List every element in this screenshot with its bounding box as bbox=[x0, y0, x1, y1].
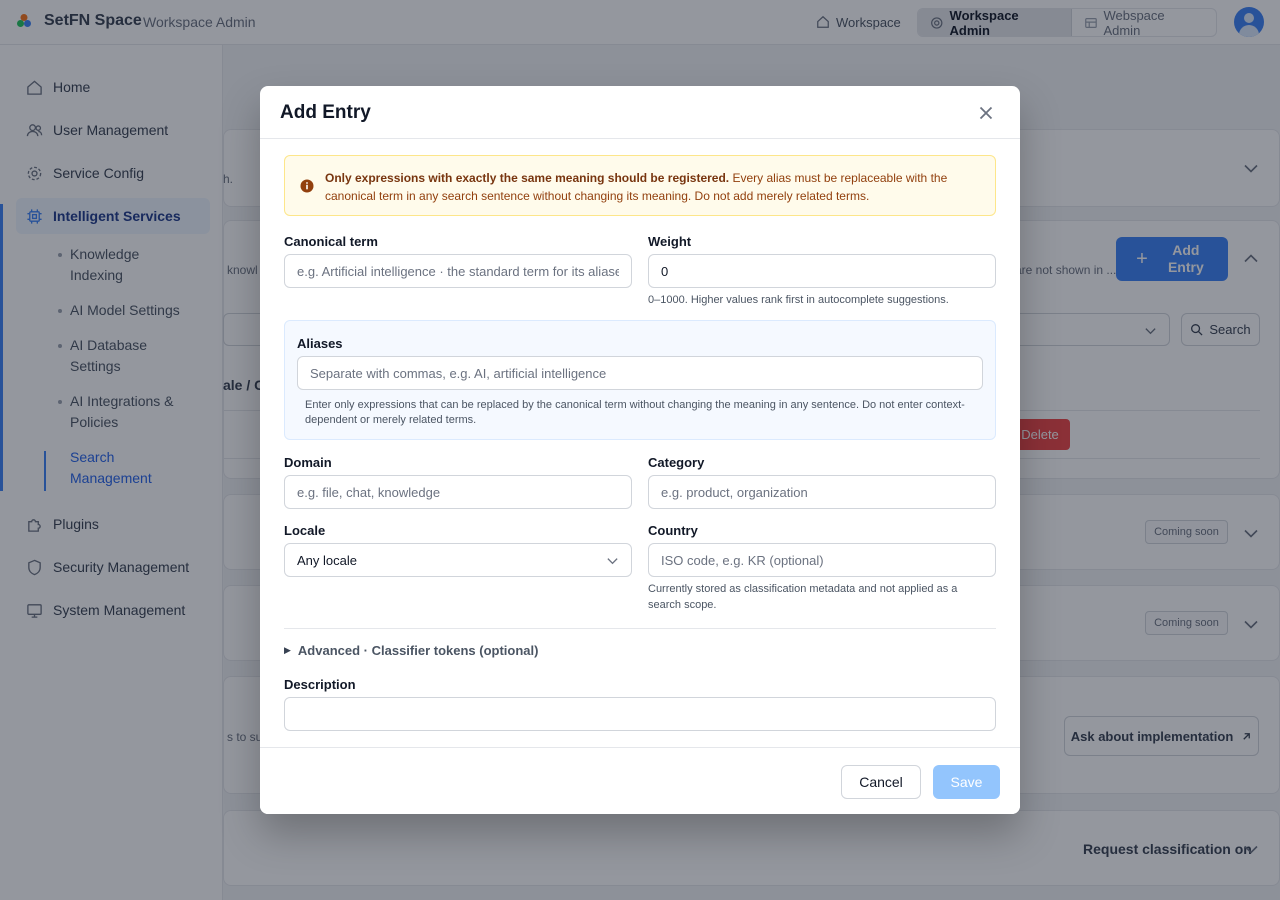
alert-strong-text: Only expressions with exactly the same m… bbox=[325, 171, 730, 185]
weight-help-text: 0–1000. Higher values rank first in auto… bbox=[648, 294, 949, 306]
aliases-label: Aliases bbox=[297, 336, 343, 351]
weight-input[interactable] bbox=[648, 254, 996, 288]
locale-label: Locale bbox=[284, 523, 326, 538]
description-label: Description bbox=[284, 677, 356, 692]
country-label: Country bbox=[648, 523, 698, 538]
warning-alert: Only expressions with exactly the same m… bbox=[284, 155, 996, 216]
aliases-section: Aliases Enter only expressions that can … bbox=[284, 320, 996, 440]
domain-label: Domain bbox=[284, 455, 332, 470]
triangle-right-icon: ▶ bbox=[284, 645, 291, 655]
weight-label: Weight bbox=[648, 234, 692, 249]
modal-header: Add Entry bbox=[260, 86, 1020, 139]
category-input[interactable] bbox=[648, 475, 996, 509]
save-button[interactable]: Save bbox=[933, 765, 1000, 799]
chevron-down-icon bbox=[607, 558, 618, 565]
add-entry-dialog: Add Entry Only expressions with exactly … bbox=[260, 86, 1020, 814]
locale-selected-value: Any locale bbox=[297, 552, 357, 568]
country-input[interactable] bbox=[648, 543, 996, 577]
cancel-button[interactable]: Cancel bbox=[841, 765, 921, 799]
canonical-term-label: Canonical term bbox=[284, 234, 378, 249]
section-divider bbox=[284, 628, 996, 629]
advanced-toggle-label: Advanced · Classifier tokens (optional) bbox=[297, 643, 539, 658]
modal-title: Add Entry bbox=[280, 102, 371, 123]
alert-message: Only expressions with exactly the same m… bbox=[325, 169, 965, 205]
close-icon[interactable] bbox=[976, 103, 996, 123]
description-input[interactable] bbox=[284, 697, 996, 731]
category-label: Category bbox=[648, 455, 705, 470]
locale-select[interactable]: Any locale bbox=[284, 543, 632, 577]
aliases-input[interactable] bbox=[297, 356, 983, 390]
info-icon bbox=[300, 179, 314, 193]
aliases-help-text: Enter only expressions that can be repla… bbox=[305, 399, 965, 426]
modal-footer: Cancel Save bbox=[260, 747, 1020, 814]
advanced-toggle[interactable]: ▶ Advanced · Classifier tokens (optional… bbox=[284, 643, 538, 658]
domain-input[interactable] bbox=[284, 475, 632, 509]
country-help-text: Currently stored as classification metad… bbox=[648, 583, 958, 611]
canonical-term-input[interactable] bbox=[284, 254, 632, 288]
